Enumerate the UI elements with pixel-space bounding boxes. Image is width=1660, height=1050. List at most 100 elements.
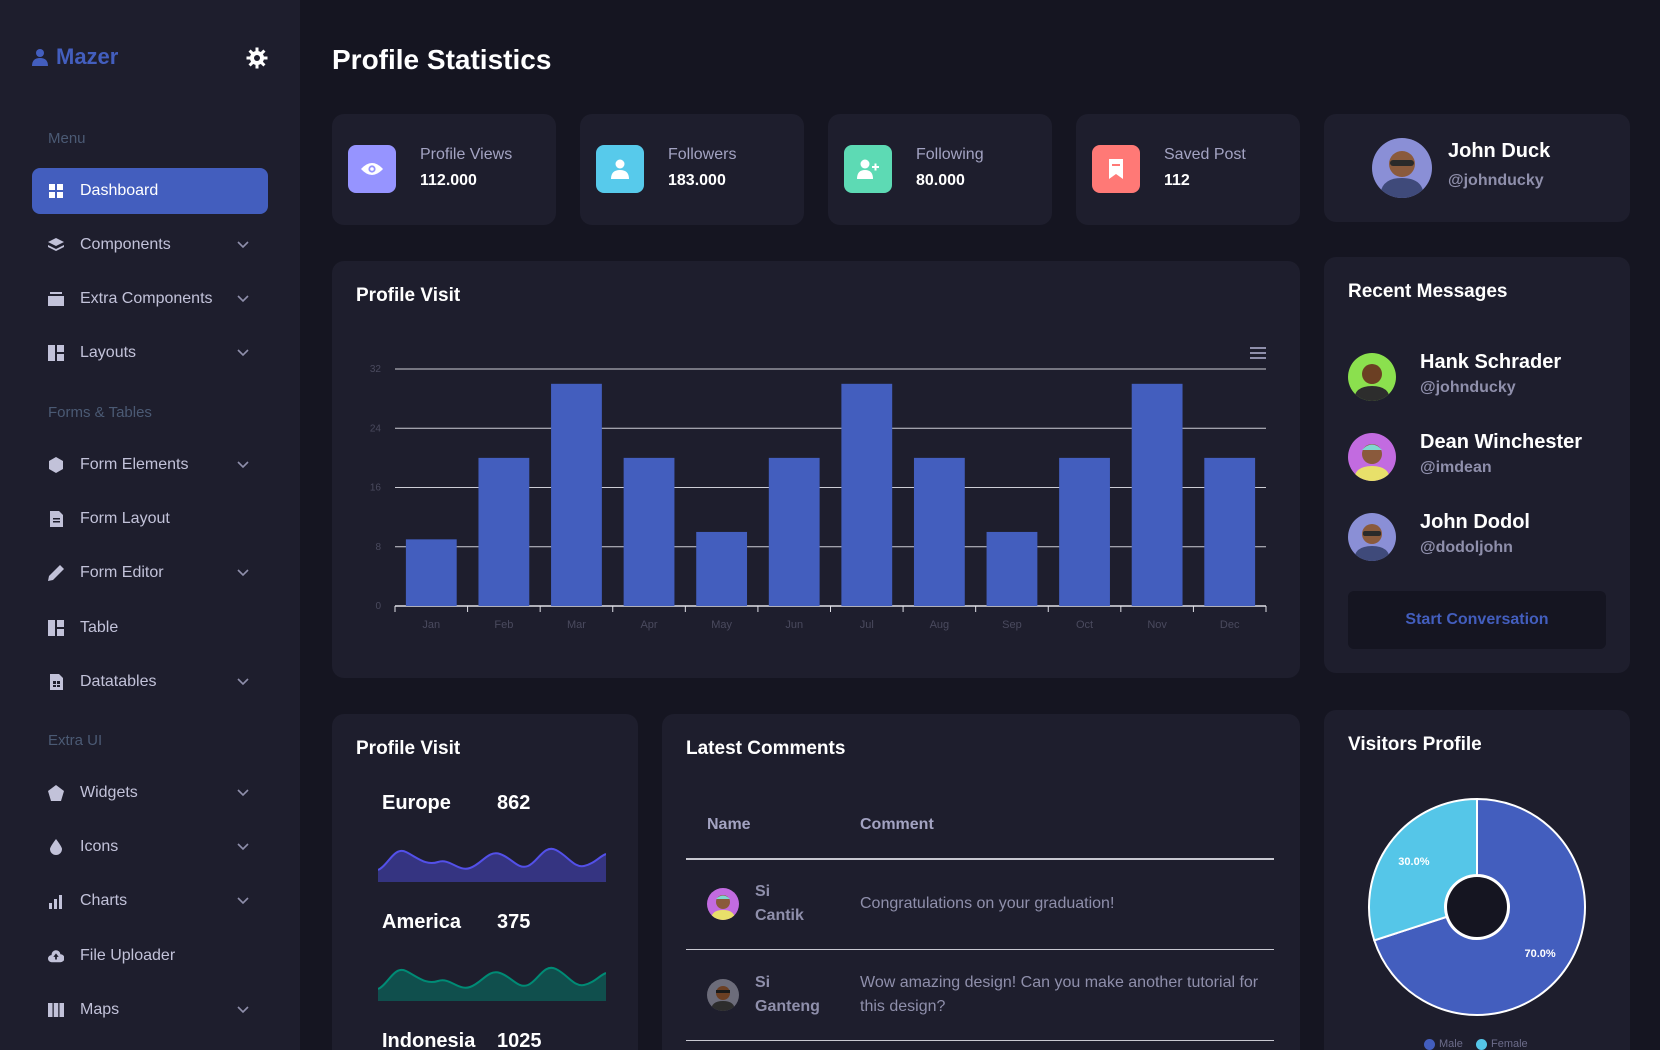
sidebar-item-label: Layouts [80, 344, 137, 361]
chevron-down-icon [237, 843, 249, 851]
sidebar-item-form-layout[interactable]: Form Layout [32, 496, 268, 542]
stat-value: 183.000 [668, 172, 726, 189]
sidebar-item-label: Icons [80, 838, 119, 855]
chevron-down-icon [237, 897, 249, 905]
message-handle: @dodoljohn [1420, 539, 1513, 556]
chevron-down-icon [237, 241, 249, 249]
profile-visit-card: Profile Visit 0 8 16 24 32 Jan Feb Mar Apr May Jun… [332, 261, 1300, 678]
sidebar-item-label: Maps [80, 1001, 120, 1018]
card-title: Latest Comments [686, 738, 846, 759]
sidebar-section-menu: Menu [48, 130, 86, 147]
bookmark-icon [1109, 159, 1123, 179]
message-sender: Dean Winchester [1420, 431, 1583, 453]
slice-label: 30.0% [1398, 856, 1429, 868]
avatar [707, 979, 739, 1011]
x-tick-label: Aug [930, 619, 950, 631]
legend-label: Male [1439, 1038, 1463, 1050]
message-handle: @imdean [1420, 459, 1492, 476]
bar [623, 457, 675, 606]
region-visit-card: Profile Visit Europe 862 America 375 Ind… [332, 714, 638, 1050]
cloud-upload-icon [48, 948, 64, 964]
table-divider [686, 858, 1274, 860]
chevron-down-icon [237, 349, 249, 357]
message-sender: Hank Schrader [1420, 351, 1562, 373]
start-conversation-button[interactable]: Start Conversation [1348, 591, 1606, 649]
bar [478, 457, 530, 606]
sparkline-europe [378, 847, 606, 882]
sidebar-item-form-elements[interactable]: Form Elements [32, 442, 268, 488]
x-tick-label: Jan [422, 619, 440, 631]
stat-label: Saved Post [1164, 146, 1246, 163]
sidebar-item-label: File Uploader [80, 947, 176, 964]
sidebar-item-label: Widgets [80, 784, 138, 801]
gear-icon[interactable] [245, 46, 269, 70]
sidebar-item-widgets[interactable]: Widgets [32, 770, 268, 816]
profile-card[interactable]: John Duck @johnducky [1324, 114, 1630, 222]
message-sender: John Dodol [1420, 511, 1530, 533]
comment-author: Si Ganteng [755, 974, 820, 1015]
sidebar-item-datatables[interactable]: Datatables [32, 659, 268, 705]
table-divider [686, 949, 1274, 950]
eye-icon [361, 163, 383, 175]
sidebar-item-icons[interactable]: Icons [32, 824, 268, 870]
chevron-down-icon [237, 569, 249, 577]
comment-text: Wow amazing design! Can you make another… [860, 974, 1259, 1015]
sidebar-item-file-uploader[interactable]: File Uploader [32, 933, 268, 979]
sidebar-item-form-editor[interactable]: Form Editor [32, 550, 268, 596]
file-spreadsheet-icon [48, 674, 64, 690]
chevron-down-icon [237, 789, 249, 797]
stat-value: 112 [1164, 172, 1190, 189]
stat-icon-box [596, 145, 644, 193]
stat-label: Profile Views [420, 146, 513, 163]
brand[interactable]: Mazer [32, 44, 118, 70]
bar-chart: 0 8 16 24 32 Jan Feb Mar Apr May Jun Jul Aug Sep Oct No… [370, 364, 1267, 631]
page-title: Profile Statistics [332, 44, 552, 75]
bar [1059, 457, 1110, 606]
pen-icon [48, 565, 64, 581]
legend-dot [1476, 1038, 1487, 1050]
sidebar-item-maps[interactable]: Maps [32, 987, 268, 1033]
chevron-down-icon [237, 295, 249, 303]
sidebar-item-label: Form Layout [80, 510, 170, 527]
chevron-down-icon [237, 678, 249, 686]
legend-label: Female [1491, 1038, 1528, 1050]
x-tick-label: May [711, 619, 732, 631]
avatar [1348, 433, 1396, 481]
sidebar-section-forms: Forms & Tables [48, 404, 152, 421]
avatar [1348, 353, 1396, 401]
x-tick-label: Apr [640, 619, 657, 631]
sidebar-item-label: Extra Components [80, 290, 213, 307]
bar [986, 531, 1038, 606]
pentagon-icon [48, 785, 64, 801]
message-handle: @johnducky [1420, 379, 1516, 396]
sidebar-item-table[interactable]: Table [32, 605, 268, 651]
sidebar-item-label: Form Editor [80, 564, 164, 581]
recent-messages-card: Recent Messages Hank Schrader @johnducky… [1324, 257, 1630, 673]
x-tick-label: Jul [860, 619, 874, 631]
sidebar-item-dashboard[interactable]: Dashboard [32, 168, 268, 214]
x-tick-label: Oct [1076, 619, 1093, 631]
layout-icon [48, 345, 64, 361]
stat-card-profile-views: Profile Views 112.000 [332, 114, 556, 225]
sidebar-item-charts[interactable]: Charts [32, 878, 268, 924]
bar [1204, 457, 1256, 606]
sidebar-item-components[interactable]: Components [32, 222, 268, 268]
comment-text: Congratulations on your graduation! [860, 895, 1115, 912]
sidebar-item-label: Components [80, 236, 171, 253]
stat-icon-box [844, 145, 892, 193]
user-icon [32, 49, 48, 66]
profile-handle: @johnducky [1448, 172, 1544, 189]
sidebar-item-label: Datatables [80, 673, 157, 690]
sidebar-item-layouts[interactable]: Layouts [32, 330, 268, 376]
y-tick-label: 8 [375, 542, 381, 553]
hexagon-icon [48, 457, 64, 473]
sparkline-america [378, 966, 606, 1001]
chevron-down-icon [237, 1006, 249, 1014]
profile-name: John Duck [1448, 140, 1551, 162]
sidebar-item-extra-components[interactable]: Extra Components [32, 276, 268, 322]
y-tick-label: 32 [370, 364, 382, 375]
map-icon [48, 1002, 64, 1018]
table-icon [48, 620, 64, 636]
region-value: 862 [497, 792, 531, 814]
avatar [1348, 513, 1396, 561]
